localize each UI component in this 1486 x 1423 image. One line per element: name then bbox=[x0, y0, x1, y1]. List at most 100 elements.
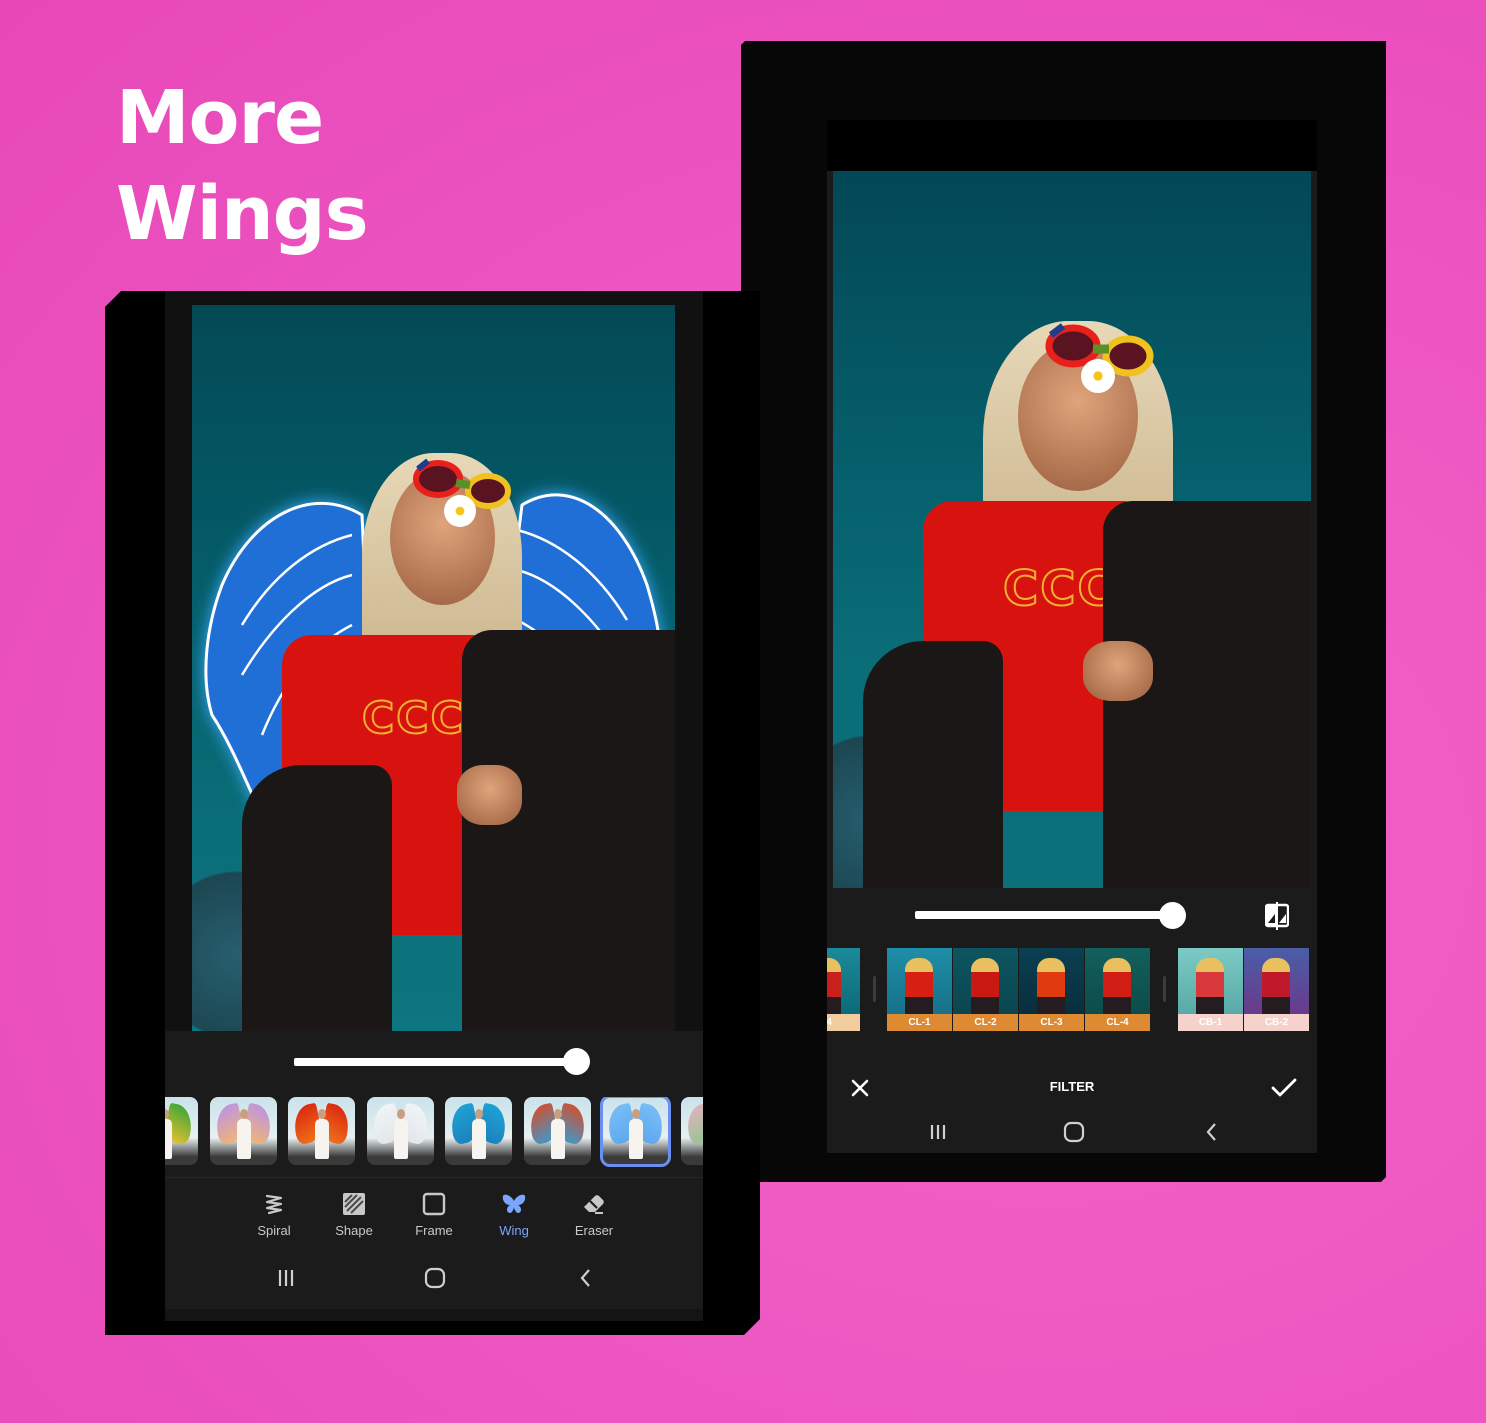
wing-opacity-slider-track[interactable] bbox=[294, 1058, 576, 1066]
phone-mockup-wing-editor: CCC Spiral Shape Frame Wing Eraser bbox=[105, 291, 760, 1335]
wing-thumbnail-floral-wings[interactable] bbox=[681, 1097, 704, 1165]
intensity-slider-thumb[interactable] bbox=[1159, 902, 1186, 929]
filter-controls: -4 CL-1CL-2CL-3CL-4 CB-1CB-2 FILTER bbox=[827, 888, 1317, 1153]
filter-preview-figure bbox=[1262, 958, 1290, 1014]
model-figure bbox=[629, 1119, 643, 1159]
tool-eraser[interactable]: Eraser bbox=[564, 1191, 624, 1238]
model-figure bbox=[315, 1119, 329, 1159]
wing-thumbnail-neon-blue-wings[interactable] bbox=[602, 1097, 669, 1165]
tool-label: Spiral bbox=[257, 1223, 291, 1238]
filter-preview-figure bbox=[1037, 958, 1065, 1014]
check-icon[interactable] bbox=[1271, 1078, 1297, 1098]
filter-thumbnail-cl-3[interactable]: CL-3 bbox=[1019, 948, 1084, 1031]
filter-preview-figure bbox=[1196, 958, 1224, 1014]
filter-screen: CCC -4 CL-1CL-2CL-3CL-4 CB-1CB-2 bbox=[827, 120, 1317, 1153]
tool-spiral[interactable]: Spiral bbox=[244, 1191, 304, 1238]
wing-thumbnail-strip[interactable] bbox=[165, 1097, 703, 1167]
filter-label: -4 bbox=[827, 1014, 860, 1031]
wing-controls: Spiral Shape Frame Wing Eraser bbox=[165, 1031, 703, 1321]
headline: More Wings bbox=[116, 70, 369, 262]
filter-thumbnail-cl-4[interactable]: CL-4 bbox=[1085, 948, 1150, 1031]
wing-editor-screen: CCC Spiral Shape Frame Wing Eraser bbox=[165, 291, 703, 1321]
black-jacket-sleeve bbox=[242, 765, 392, 1031]
filter-thumbnail-strip[interactable]: -4 CL-1CL-2CL-3CL-4 CB-1CB-2 bbox=[827, 948, 1317, 1031]
model-figure bbox=[472, 1119, 486, 1159]
filter-label: CB-2 bbox=[1244, 1014, 1309, 1031]
filter-thumbnail--4[interactable]: -4 bbox=[827, 948, 860, 1031]
back-icon[interactable] bbox=[1199, 1119, 1225, 1145]
shirt-print: CCC bbox=[362, 693, 465, 744]
shirt-print: CCC bbox=[1003, 561, 1115, 617]
daisy-flower bbox=[1081, 359, 1115, 393]
home-icon[interactable] bbox=[422, 1265, 448, 1291]
compare-icon[interactable] bbox=[1265, 902, 1289, 930]
back-icon[interactable] bbox=[573, 1265, 599, 1291]
status-bar bbox=[827, 120, 1317, 171]
filter-thumbnail-cl-2[interactable]: CL-2 bbox=[953, 948, 1018, 1031]
filter-label: CB-1 bbox=[1178, 1014, 1243, 1031]
filter-label: CL-4 bbox=[1085, 1014, 1150, 1031]
person-photo: CCC bbox=[192, 305, 675, 1031]
bottom-bezel bbox=[165, 1309, 703, 1321]
model-head bbox=[554, 1109, 562, 1119]
tool-label: Wing bbox=[499, 1223, 529, 1238]
divider bbox=[165, 1177, 703, 1178]
photo-canvas[interactable]: CCC bbox=[192, 305, 675, 1031]
filter-label: CL-1 bbox=[887, 1014, 952, 1031]
filter-title: FILTER bbox=[1049, 1079, 1095, 1094]
butterfly-icon bbox=[484, 1191, 544, 1217]
filter-preview-figure bbox=[905, 958, 933, 1014]
tool-frame[interactable]: Frame bbox=[404, 1191, 464, 1238]
wing-thumbnail-cyan-feather-wings[interactable] bbox=[445, 1097, 512, 1165]
filter-preview-figure bbox=[827, 958, 841, 1014]
model-figure bbox=[551, 1119, 565, 1159]
daisy-flower bbox=[444, 495, 476, 527]
wing-opacity-slider-thumb[interactable] bbox=[563, 1048, 590, 1075]
filter-thumbnail-cl-1[interactable]: CL-1 bbox=[887, 948, 952, 1031]
headline-line-2: Wings bbox=[116, 171, 369, 257]
recents-icon[interactable] bbox=[273, 1265, 299, 1291]
model-figure bbox=[237, 1119, 251, 1159]
model-figure bbox=[165, 1119, 172, 1159]
frame-icon bbox=[404, 1191, 464, 1217]
tool-label: Shape bbox=[335, 1223, 373, 1238]
wing-thumbnail-rainbow-parrot-wings[interactable] bbox=[165, 1097, 198, 1165]
shape-icon bbox=[324, 1191, 384, 1217]
wing-thumbnail-red-fire-wings[interactable] bbox=[288, 1097, 355, 1165]
filter-label: CL-2 bbox=[953, 1014, 1018, 1031]
tool-label: Frame bbox=[415, 1223, 453, 1238]
wing-thumbnail-pastel-rainbow-wings[interactable] bbox=[210, 1097, 277, 1165]
hand bbox=[1083, 641, 1153, 701]
hand bbox=[457, 765, 522, 825]
black-jacket-sleeve bbox=[863, 641, 1003, 888]
filter-preview-figure bbox=[971, 958, 999, 1014]
filter-group-divider bbox=[1163, 976, 1166, 1002]
wing-thumbnail-white-angel-wings[interactable] bbox=[367, 1097, 434, 1165]
recents-icon[interactable] bbox=[925, 1119, 951, 1145]
filter-label: CL-3 bbox=[1019, 1014, 1084, 1031]
black-jacket-right bbox=[462, 630, 675, 1031]
wing-thumbnail-macaw-wings[interactable] bbox=[524, 1097, 591, 1165]
eraser-icon bbox=[564, 1191, 624, 1217]
wing-left-swatch bbox=[683, 1103, 703, 1146]
filter-preview-figure bbox=[1103, 958, 1131, 1014]
tool-wing[interactable]: Wing bbox=[484, 1191, 544, 1238]
photo-canvas[interactable]: CCC bbox=[833, 171, 1311, 888]
model-head bbox=[318, 1109, 326, 1119]
model-head bbox=[475, 1109, 483, 1119]
filter-group-divider bbox=[873, 976, 876, 1002]
home-icon[interactable] bbox=[1061, 1119, 1087, 1145]
intensity-slider-track[interactable] bbox=[915, 911, 1171, 919]
model-head bbox=[240, 1109, 248, 1119]
tool-label: Eraser bbox=[574, 1223, 614, 1238]
model-figure bbox=[394, 1119, 408, 1159]
system-nav-bar bbox=[827, 1107, 1317, 1157]
spiral-icon bbox=[244, 1191, 304, 1217]
tool-shape[interactable]: Shape bbox=[324, 1191, 384, 1238]
headline-line-1: More bbox=[116, 75, 324, 161]
filter-thumbnail-cb-2[interactable]: CB-2 bbox=[1244, 948, 1309, 1031]
phone-mockup-filter: CCC -4 CL-1CL-2CL-3CL-4 CB-1CB-2 bbox=[741, 41, 1386, 1182]
system-nav-bar bbox=[165, 1253, 703, 1303]
model-head bbox=[397, 1109, 405, 1119]
filter-thumbnail-cb-1[interactable]: CB-1 bbox=[1178, 948, 1243, 1031]
